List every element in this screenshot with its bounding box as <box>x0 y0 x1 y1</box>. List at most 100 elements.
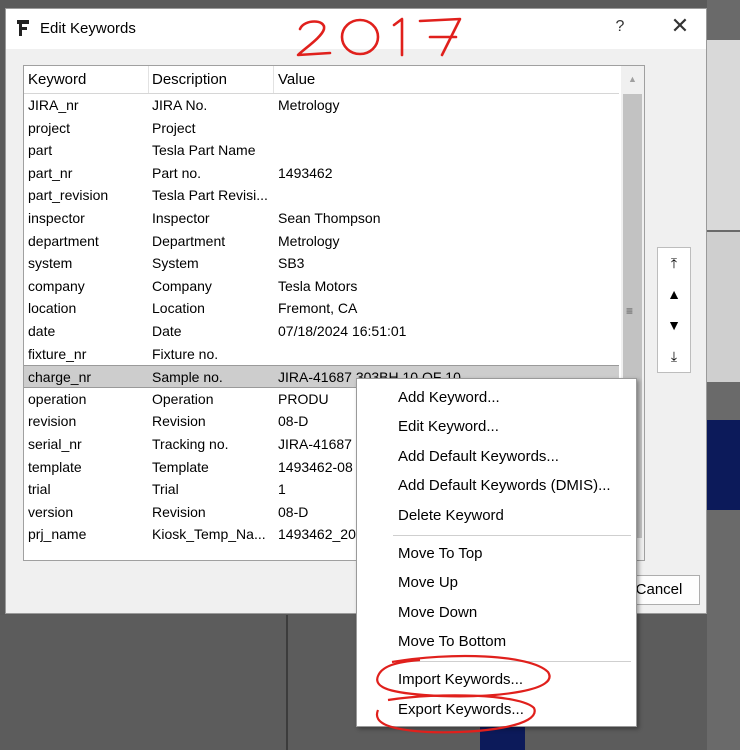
keyword-cell: system <box>28 255 73 272</box>
value-cell: 1493462-08 <box>278 458 353 475</box>
background-panel <box>707 232 740 382</box>
background-panel <box>707 40 740 230</box>
keyword-cell: location <box>28 300 77 317</box>
column-header-description[interactable]: Description <box>152 71 227 88</box>
move-to-bottom-icon: ⤓ <box>670 348 678 364</box>
table-row[interactable]: JIRA_nr JIRA No. Metrology <box>24 94 619 117</box>
menu-item-move-to-bottom[interactable]: Move To Bottom <box>398 633 506 650</box>
keyword-cell: part_nr <box>28 164 73 181</box>
table-row[interactable]: inspector Inspector Sean Thompson <box>24 207 619 230</box>
background-divider <box>286 615 288 750</box>
description-cell: Tesla Part Name <box>152 142 256 159</box>
move-to-bottom-button[interactable]: ⤓ <box>658 341 690 372</box>
move-up-icon: ▲ <box>667 286 681 302</box>
menu-item-delete-keyword[interactable]: Delete Keyword <box>398 507 504 524</box>
keyword-cell: charge_nr <box>28 369 92 386</box>
menu-separator <box>393 535 631 536</box>
table-header: Keyword Description Value <box>24 66 619 94</box>
menu-item-export-keywords[interactable]: Export Keywords... <box>398 701 524 718</box>
keyword-cell: prj_name <box>28 526 87 543</box>
keyword-cell: department <box>28 232 99 249</box>
menu-item-move-to-top[interactable]: Move To Top <box>398 545 483 562</box>
table-row[interactable]: location Location Fremont, CA <box>24 297 619 320</box>
table-row[interactable]: company Company Tesla Motors <box>24 275 619 298</box>
keyword-cell: template <box>28 458 82 475</box>
move-up-button[interactable]: ▲ <box>658 279 690 310</box>
description-cell: Trial <box>152 481 179 498</box>
column-header-keyword[interactable]: Keyword <box>28 71 86 88</box>
description-cell: Project <box>152 119 196 136</box>
move-down-button[interactable]: ▼ <box>658 310 690 341</box>
table-row[interactable]: part_revision Tesla Part Revisi... <box>24 184 619 207</box>
table-row[interactable]: part Tesla Part Name <box>24 139 619 162</box>
value-cell: Fremont, CA <box>278 300 358 317</box>
scroll-up-icon[interactable]: ▲ <box>628 74 637 84</box>
keyword-cell: project <box>28 119 71 136</box>
close-button[interactable]: ✕ <box>666 13 694 39</box>
menu-item-add-keyword[interactable]: Add Keyword... <box>398 389 500 406</box>
column-header-value[interactable]: Value <box>278 71 315 88</box>
menu-item-add-default-keywords[interactable]: Add Default Keywords... <box>398 448 559 465</box>
table-row[interactable]: project Project <box>24 117 619 140</box>
value-cell: 08-D <box>278 413 309 430</box>
grip-icon: ≡ <box>626 304 634 318</box>
menu-item-edit-keyword[interactable]: Edit Keyword... <box>398 418 499 435</box>
description-cell: Kiosk_Temp_Na... <box>152 526 266 543</box>
value-cell: Tesla Motors <box>278 277 358 294</box>
value-cell: 07/18/2024 16:51:01 <box>278 322 407 339</box>
move-to-top-button[interactable]: ⤒ <box>658 248 690 279</box>
keyword-cell: part <box>28 142 53 159</box>
description-cell: Sample no. <box>152 369 223 386</box>
description-cell: Revision <box>152 413 206 430</box>
description-cell: Department <box>152 232 226 249</box>
description-cell: System <box>152 255 199 272</box>
menu-separator <box>393 661 631 663</box>
column-separator[interactable] <box>148 66 149 93</box>
keyword-cell: version <box>28 503 74 520</box>
move-down-icon: ▼ <box>667 317 681 333</box>
value-cell: 08-D <box>278 503 309 520</box>
value-cell: JIRA-41687 <box>278 435 352 452</box>
value-cell: 1 <box>278 481 286 498</box>
handwritten-2017-annotation <box>296 17 462 57</box>
keyword-cell: fixture_nr <box>28 345 87 362</box>
value-cell: 1493462_20 <box>278 526 356 543</box>
help-button[interactable]: ? <box>608 18 632 36</box>
dialog-title: Edit Keywords <box>40 20 136 37</box>
keyword-cell: trial <box>28 481 51 498</box>
menu-item-move-down[interactable]: Move Down <box>398 604 477 621</box>
table-row[interactable]: department Department Metrology <box>24 230 619 253</box>
menu-item-import-keywords[interactable]: Import Keywords... <box>398 671 523 688</box>
table-row[interactable]: fixture_nr Fixture no. <box>24 343 619 366</box>
keyword-cell: inspector <box>28 209 85 226</box>
table-row[interactable]: date Date 07/18/2024 16:51:01 <box>24 320 619 343</box>
description-cell: Operation <box>152 390 214 407</box>
keyword-cell: revision <box>28 413 77 430</box>
keyword-cell: company <box>28 277 85 294</box>
description-cell: Tracking no. <box>152 435 229 452</box>
value-cell: Metrology <box>278 232 340 249</box>
description-cell: Inspector <box>152 209 210 226</box>
table-row[interactable]: part_nr Part no. 1493462 <box>24 162 619 185</box>
value-cell: SB3 <box>278 255 305 272</box>
description-cell: Fixture no. <box>152 345 219 362</box>
keyword-cell: operation <box>28 390 87 407</box>
value-cell: Sean Thompson <box>278 209 381 226</box>
description-cell: Revision <box>152 503 206 520</box>
move-to-top-icon: ⤒ <box>670 255 678 271</box>
value-cell: PRODU <box>278 390 329 407</box>
background-part-render <box>480 725 525 750</box>
description-cell: JIRA No. <box>152 97 208 113</box>
description-cell: Template <box>152 458 209 475</box>
menu-item-add-default-keywords-dmis[interactable]: Add Default Keywords (DMIS)... <box>398 477 611 494</box>
keyword-cell: JIRA_nr <box>28 97 79 113</box>
description-cell: Tesla Part Revisi... <box>152 187 268 204</box>
context-menu: Add Keyword... Edit Keyword... Add Default… <box>356 378 637 727</box>
keyword-cell: serial_nr <box>28 435 82 452</box>
table-row[interactable]: system System SB3 <box>24 252 619 275</box>
menu-item-move-up[interactable]: Move Up <box>398 574 458 591</box>
description-cell: Location <box>152 300 205 317</box>
reorder-buttons: ⤒ ▲ ▼ ⤓ <box>657 247 691 373</box>
column-separator[interactable] <box>273 66 274 93</box>
keyword-cell: part_revision <box>28 187 109 204</box>
